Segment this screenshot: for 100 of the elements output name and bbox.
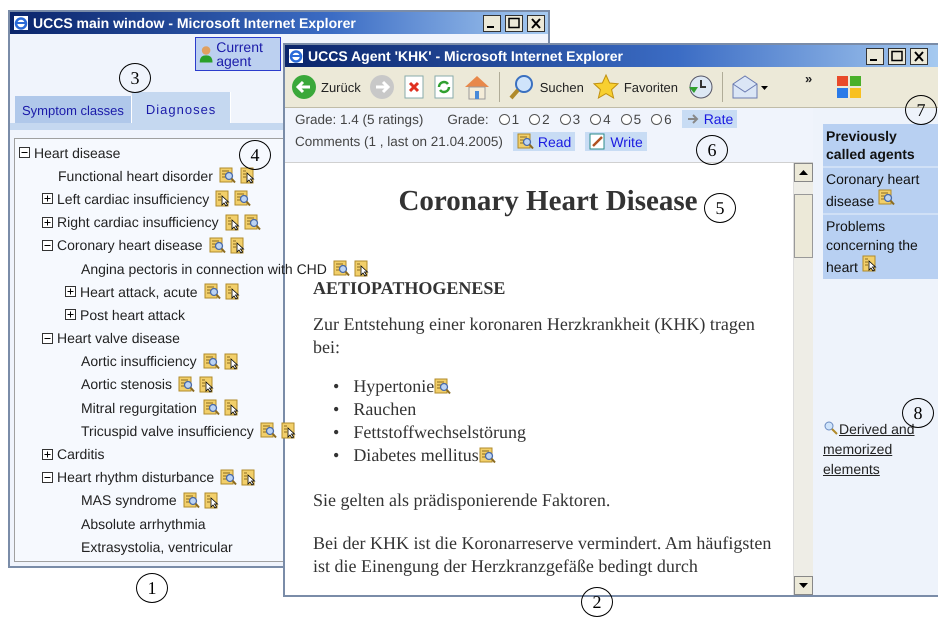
tree-item[interactable]: MAS syndrome <box>81 492 177 508</box>
callout-number: 7 <box>905 95 937 125</box>
mail-button[interactable] <box>731 74 770 100</box>
tree-item[interactable]: Extrasystolia, ventricular <box>81 538 233 555</box>
pointer-document-icon[interactable] <box>215 190 230 208</box>
pointer-document-icon[interactable] <box>224 399 239 416</box>
tab[interactable]: Symptom classes <box>15 96 132 123</box>
tree-item[interactable]: Absolute arrhythmia <box>81 516 206 532</box>
grade-summary: Grade: 1.4 (5 ratings) <box>295 112 424 126</box>
window-title: UCCS Agent 'KHK' - Microsoft Internet Explorer <box>308 48 624 64</box>
refresh-button[interactable] <box>432 74 455 100</box>
magnifier-document-icon[interactable] <box>182 492 200 509</box>
collapse-icon[interactable] <box>19 147 30 158</box>
magnifier-document-icon[interactable] <box>878 189 896 206</box>
grade-radio[interactable]: 6 <box>651 112 672 126</box>
magnifier-document-icon[interactable] <box>478 447 496 464</box>
scroll-down-icon <box>799 583 808 588</box>
magnifier-document-icon[interactable] <box>220 468 238 486</box>
pointer-document-icon[interactable] <box>241 468 256 486</box>
agent-link[interactable]: Coronary heart disease <box>823 166 938 213</box>
grade-radio[interactable]: 3 <box>560 112 580 126</box>
read-button[interactable]: Read <box>512 132 576 151</box>
pointer-document-icon[interactable] <box>204 492 219 509</box>
minimize-button[interactable] <box>483 14 501 32</box>
tree-item[interactable]: Mitral regurgitation <box>81 400 197 416</box>
collapse-icon[interactable] <box>42 472 53 483</box>
tree-item[interactable]: Functional heart disorder <box>58 168 213 184</box>
close-button[interactable] <box>527 14 545 32</box>
magnifier-document-icon[interactable] <box>234 190 252 208</box>
magnifier-document-icon[interactable] <box>434 378 452 395</box>
tree-item[interactable]: Heart attack, acute <box>80 284 198 300</box>
pointer-document-icon[interactable] <box>354 260 369 278</box>
magnifier-document-icon[interactable] <box>260 422 277 440</box>
maximize-button[interactable] <box>505 14 523 32</box>
more-button[interactable]: » <box>805 71 812 86</box>
grade-radio[interactable]: 4 <box>590 112 611 126</box>
minimize-button[interactable] <box>866 48 884 64</box>
stop-button[interactable] <box>402 74 425 100</box>
scroll-up-icon <box>799 170 808 175</box>
current-agent-button[interactable]: Current agent <box>195 37 281 71</box>
favorites-button[interactable]: Favoriten <box>592 73 678 101</box>
magnifier-document-icon[interactable] <box>202 352 220 370</box>
tree-item[interactable]: Right cardiac insufficiency <box>57 214 219 230</box>
write-button[interactable]: Write <box>585 132 647 151</box>
article-paragraph: Bei der KHK ist die Koronarreserve vermindert. Am häufigsten ist die Einengung der Herzkranzgefäße bedingt durch <box>313 532 772 578</box>
expand-icon[interactable] <box>65 309 76 320</box>
grade-radio[interactable]: 2 <box>529 112 550 126</box>
callout-number: 1 <box>136 573 168 603</box>
tree-item[interactable]: Heart valve disease <box>57 330 180 346</box>
callout-number: 2 <box>581 587 613 617</box>
pointer-document-icon[interactable] <box>862 255 877 272</box>
refresh-icon <box>432 74 455 100</box>
agent-link[interactable]: Problems concerning the heart <box>823 213 938 279</box>
search-button[interactable]: Suchen <box>508 73 584 101</box>
list-item: Diabetes mellitus <box>353 444 479 467</box>
list-item: Fettstoffwechselstörung <box>353 421 526 444</box>
magnifier-document-icon[interactable] <box>208 236 226 254</box>
article-paragraph: Zur Entstehung einer koronaren Herzkrankheit (KHK) tragen bei: <box>313 313 756 359</box>
magnifier-document-icon[interactable] <box>178 376 196 393</box>
pointer-document-icon[interactable] <box>240 167 255 184</box>
tab[interactable]: Diagnoses <box>132 92 232 123</box>
history-button[interactable] <box>686 73 714 101</box>
tree-item[interactable]: Heart rhythm disturbance <box>57 469 214 486</box>
list-item: Hypertonie <box>353 375 434 398</box>
scrollbar-thumb[interactable] <box>794 194 813 258</box>
tree-item[interactable]: Coronary heart disease <box>57 237 203 254</box>
magnifier-document-icon[interactable] <box>202 399 220 416</box>
expand-icon[interactable] <box>42 193 53 204</box>
magnifier-document-icon[interactable] <box>204 283 221 300</box>
expand-icon[interactable] <box>65 286 76 298</box>
browser-icon <box>13 15 29 31</box>
collapse-icon[interactable] <box>42 240 53 251</box>
tree-item[interactable]: Aortic stenosis <box>81 376 172 392</box>
close-button[interactable] <box>910 48 928 64</box>
expand-icon[interactable] <box>42 448 53 460</box>
grade-radio[interactable]: 1 <box>498 112 520 126</box>
tree-item[interactable]: Heart disease <box>34 144 120 161</box>
maximize-button[interactable] <box>888 48 906 64</box>
pointer-document-icon[interactable] <box>230 236 245 254</box>
tree-item[interactable]: Post heart attack <box>80 306 186 323</box>
collapse-icon[interactable] <box>42 332 53 344</box>
tree-item[interactable]: Aortic insufficiency <box>81 353 197 370</box>
home-button[interactable] <box>462 74 491 100</box>
magnifier-document-icon[interactable] <box>244 214 261 231</box>
callout-number: 5 <box>704 193 736 223</box>
grade-radio[interactable]: 5 <box>620 112 642 126</box>
rate-button[interactable]: Rate <box>682 110 738 128</box>
pointer-document-icon[interactable] <box>224 352 239 370</box>
pointer-document-icon[interactable] <box>224 214 240 231</box>
tree-item[interactable]: Tricuspid valve insufficiency <box>81 422 254 439</box>
pointer-document-icon[interactable] <box>224 283 240 300</box>
pointer-document-icon[interactable] <box>280 422 296 440</box>
magnifier-document-icon[interactable] <box>218 167 236 184</box>
expand-icon[interactable] <box>42 216 53 228</box>
tree-item[interactable]: Carditis <box>57 446 104 462</box>
comments-summary: Comments (1 , last on 21.04.2005) <box>295 134 503 149</box>
pointer-document-icon[interactable] <box>199 376 214 393</box>
back-button[interactable]: Zurück <box>291 74 361 100</box>
tree-item[interactable]: Left cardiac insufficiency <box>57 190 210 207</box>
magnifier-document-icon[interactable] <box>516 133 534 150</box>
